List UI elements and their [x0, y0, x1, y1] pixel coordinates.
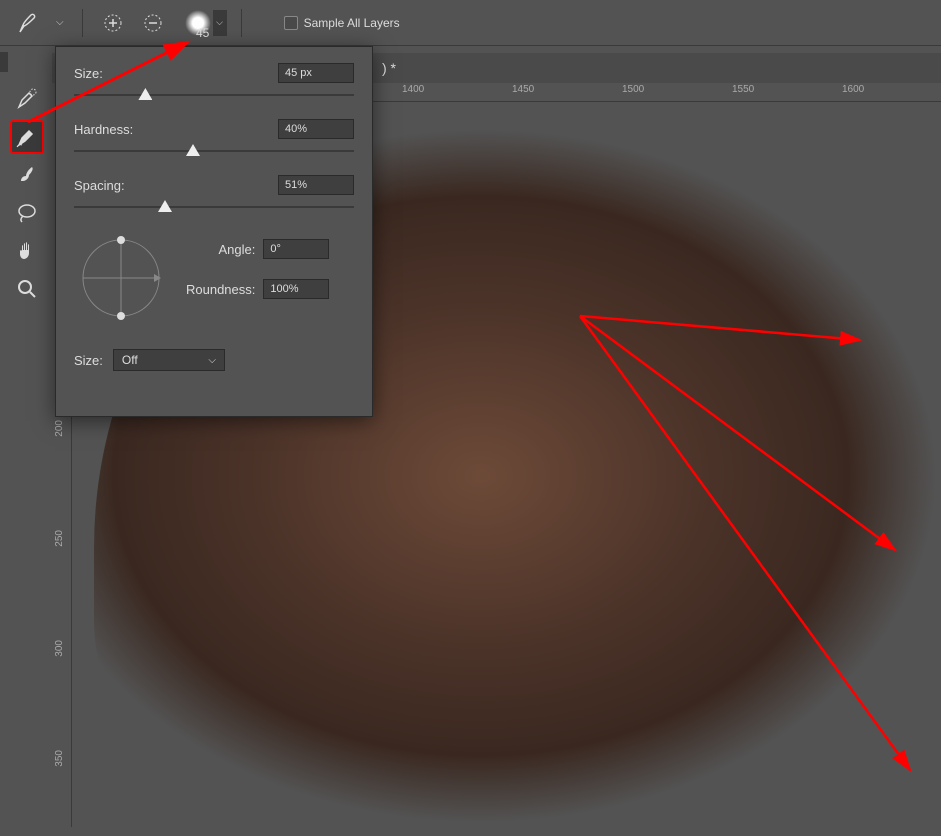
quick-selection-brush-tool[interactable]	[10, 82, 44, 116]
chevron-down-icon: ⌵	[208, 355, 216, 366]
angle-input[interactable]	[263, 239, 329, 259]
hardness-input[interactable]	[278, 119, 354, 139]
tool-palette	[10, 82, 44, 306]
brush-angle-control[interactable]	[74, 231, 168, 325]
lasso-tool[interactable]	[10, 196, 44, 230]
zoom-tool[interactable]	[10, 272, 44, 306]
spacing-input[interactable]	[278, 175, 354, 195]
add-selection-button[interactable]	[97, 7, 129, 39]
roundness-input[interactable]	[263, 279, 329, 299]
size-mode-label: Size:	[74, 353, 103, 368]
angle-label: Angle:	[219, 242, 256, 257]
size-input[interactable]	[278, 63, 354, 83]
sample-all-layers-label: Sample All Layers	[304, 16, 400, 30]
sample-all-layers-checkbox[interactable]	[284, 16, 298, 30]
size-mode-dropdown[interactable]: Off ⌵	[113, 349, 225, 371]
hardness-label: Hardness:	[74, 122, 133, 137]
brush-size-display: 45	[196, 26, 209, 40]
hand-tool[interactable]	[10, 234, 44, 268]
hardness-slider[interactable]	[74, 145, 354, 157]
brush-picker-dropdown-icon[interactable]: ⌵	[213, 10, 227, 36]
subtract-selection-button[interactable]	[137, 7, 169, 39]
spacing-slider[interactable]	[74, 201, 354, 213]
spacing-label: Spacing:	[74, 178, 125, 193]
panel-collapse-handle[interactable]	[0, 52, 8, 72]
size-label: Size:	[74, 66, 103, 81]
tab-modified-indicator: ) *	[382, 60, 396, 76]
options-bar: ⌵ ⌵ 45 Sample All Layers	[0, 0, 941, 46]
current-tool-icon	[14, 8, 44, 38]
tool-dropdown-icon[interactable]: ⌵	[52, 17, 68, 28]
roundness-label: Roundness:	[186, 282, 255, 297]
brush-tool[interactable]	[10, 158, 44, 192]
refine-edge-brush-tool[interactable]	[10, 120, 44, 154]
size-slider[interactable]	[74, 89, 354, 101]
brush-settings-panel: Size: Hardness: Spacing:	[55, 46, 373, 417]
